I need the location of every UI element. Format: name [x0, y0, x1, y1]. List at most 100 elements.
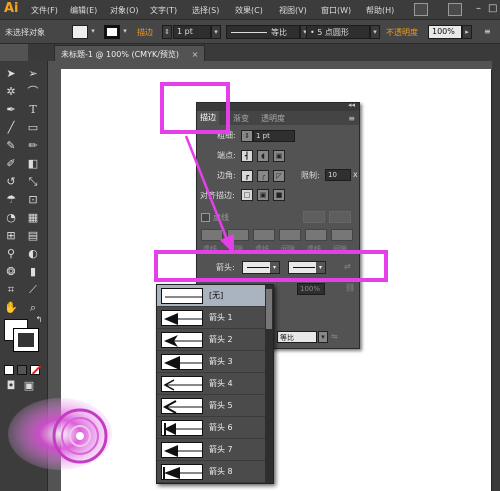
menu-help[interactable]: 帮助(H)	[366, 5, 394, 16]
variable-width-profile[interactable]: 等比	[226, 25, 300, 39]
fill-color-swatch[interactable]	[72, 25, 88, 39]
canvas-scrollbar[interactable]	[492, 61, 500, 491]
pen-tool-icon[interactable]: ✒	[4, 103, 18, 117]
fill-dropdown-icon[interactable]: ▾	[88, 25, 98, 39]
flip-profile-icon[interactable]: ⇋	[331, 332, 338, 341]
weight-stepper[interactable]: ⇕	[241, 130, 253, 142]
dash-field-2[interactable]	[253, 229, 275, 241]
stroke-label[interactable]: 描边	[137, 27, 153, 38]
round-cap-icon[interactable]: ◖	[257, 150, 269, 162]
stroke-color-swatch[interactable]	[104, 25, 120, 39]
magic-wand-tool-icon[interactable]: ✲	[4, 85, 18, 99]
gradient-tool-icon[interactable]: ▤	[26, 229, 40, 243]
panel-menu-icon[interactable]: ≡	[348, 114, 355, 123]
round-join-icon[interactable]: ╭	[257, 170, 269, 182]
collapse-panel-icon[interactable]: ◂◂	[348, 101, 355, 109]
arrowhead-option-5[interactable]: 箭头 5	[157, 395, 267, 417]
selection-tool-icon[interactable]: ➤	[4, 67, 18, 81]
stroke-weight-stepper[interactable]: ⇕	[162, 25, 172, 39]
arrowhead-option-6[interactable]: 箭头 6	[157, 417, 267, 439]
stroke-weight-field[interactable]: 1 pt	[173, 25, 211, 39]
miter-join-icon[interactable]: ┏	[241, 170, 253, 182]
blend-tool-icon[interactable]: ◐	[26, 247, 40, 261]
menu-file[interactable]: 文件(F)	[31, 5, 58, 16]
screen-mode-icon[interactable]: ▣	[22, 379, 36, 393]
mesh-tool-icon[interactable]: ⊞	[4, 229, 18, 243]
stroke-dropdown-icon[interactable]: ▾	[120, 25, 130, 39]
hand-tool-icon[interactable]: ✋	[4, 301, 18, 315]
opacity-field[interactable]: 100%	[428, 25, 462, 39]
preserve-dash-icon[interactable]	[303, 211, 325, 223]
shape-builder-tool-icon[interactable]: ◔	[4, 211, 18, 225]
opacity-label[interactable]: 不透明度	[386, 27, 418, 38]
line-tool-icon[interactable]: ╱	[4, 121, 18, 135]
menu-view[interactable]: 视图(V)	[279, 5, 307, 16]
arrowhead-option-8[interactable]: 箭头 8	[157, 461, 267, 483]
blob-brush-tool-icon[interactable]: ✐	[4, 157, 18, 171]
paintbrush-tool-icon[interactable]: ✎	[4, 139, 18, 153]
swap-fill-stroke-icon[interactable]: ↰	[32, 313, 46, 327]
weight-field[interactable]: 1 pt	[253, 130, 295, 142]
gradient-mode-icon[interactable]	[17, 365, 27, 375]
bridge-icon[interactable]	[414, 3, 428, 16]
perspective-grid-tool-icon[interactable]: ▦	[26, 211, 40, 225]
dash-field-3[interactable]	[305, 229, 327, 241]
rectangle-tool-icon[interactable]: ▭	[26, 121, 40, 135]
menu-edit[interactable]: 编辑(E)	[70, 5, 97, 16]
draw-mode-icon[interactable]: ◘	[4, 379, 18, 393]
arrowhead-option-3[interactable]: 箭头 3	[157, 351, 267, 373]
rotate-tool-icon[interactable]: ↺	[4, 175, 18, 189]
column-graph-tool-icon[interactable]: ▮	[26, 265, 40, 279]
eraser-tool-icon[interactable]: ◧	[26, 157, 40, 171]
gap-field-3[interactable]	[331, 229, 353, 241]
artboard-tool-icon[interactable]: ⌗	[4, 283, 18, 297]
arrowhead-option-none[interactable]: [无]	[157, 285, 267, 307]
gap-field-2[interactable]	[279, 229, 301, 241]
arrow-scale-field[interactable]: 100%	[297, 283, 325, 295]
menu-select[interactable]: 选择(S)	[192, 5, 219, 16]
brush-dropdown-icon[interactable]: ▾	[370, 25, 380, 39]
menu-effect[interactable]: 效果(C)	[235, 5, 263, 16]
direct-selection-tool-icon[interactable]: ➢	[26, 67, 40, 81]
maximize-button[interactable]: □	[488, 3, 497, 14]
symbol-sprayer-tool-icon[interactable]: ❂	[4, 265, 18, 279]
menu-window[interactable]: 窗口(W)	[321, 5, 351, 16]
profile-field[interactable]: 等比	[277, 331, 317, 343]
align-inside-icon[interactable]: ▣	[257, 189, 269, 201]
dropdown-scrollbar[interactable]	[265, 285, 273, 483]
type-tool-icon[interactable]: T	[26, 103, 40, 117]
dropdown-scroll-thumb[interactable]	[266, 289, 272, 329]
opacity-dropdown-icon[interactable]: ▸	[462, 25, 472, 39]
pencil-tool-icon[interactable]: ✏	[26, 139, 40, 153]
none-mode-icon[interactable]	[30, 365, 42, 375]
close-icon[interactable]: ×	[192, 50, 199, 59]
menu-type[interactable]: 文字(T)	[150, 5, 177, 16]
tab-gradient[interactable]: 渐变	[233, 113, 249, 124]
align-center-icon[interactable]: □	[241, 189, 253, 201]
panel-menu-icon[interactable]: ≡	[484, 27, 491, 36]
brush-definition[interactable]: • 5 点圆形	[306, 25, 370, 39]
eyedropper-tool-icon[interactable]: ⚲	[4, 247, 18, 261]
free-transform-tool-icon[interactable]: ⊡	[26, 193, 40, 207]
align-outside-icon[interactable]: ■	[273, 189, 285, 201]
arrowhead-option-2[interactable]: 箭头 2	[157, 329, 267, 351]
slice-tool-icon[interactable]: ⟋	[26, 283, 40, 297]
butt-cap-icon[interactable]: ┫	[241, 150, 253, 162]
profile-dropdown-icon[interactable]: ▾	[318, 331, 328, 343]
minimize-button[interactable]: –	[476, 3, 481, 14]
arrowhead-option-4[interactable]: 箭头 4	[157, 373, 267, 395]
link-scale-icon[interactable]: ⛓	[345, 283, 355, 292]
scale-tool-icon[interactable]: ⤡	[26, 175, 40, 189]
arrange-documents-icon[interactable]	[448, 3, 462, 16]
arrowhead-option-1[interactable]: 箭头 1	[157, 307, 267, 329]
lasso-tool-icon[interactable]: ⌒	[26, 85, 40, 99]
warp-tool-icon[interactable]: ☂	[4, 193, 18, 207]
menu-object[interactable]: 对象(O)	[110, 5, 139, 16]
document-tab[interactable]: 未标题-1 @ 100% (CMYK/预览) ×	[54, 45, 206, 61]
arrowhead-option-7[interactable]: 箭头 7	[157, 439, 267, 461]
limit-field[interactable]: 10	[325, 169, 351, 181]
align-dash-icon[interactable]	[329, 211, 351, 223]
tab-transparency[interactable]: 透明度	[261, 113, 285, 124]
stroke-swatch[interactable]	[13, 328, 39, 352]
stroke-weight-dropdown-icon[interactable]: ▾	[211, 25, 221, 39]
